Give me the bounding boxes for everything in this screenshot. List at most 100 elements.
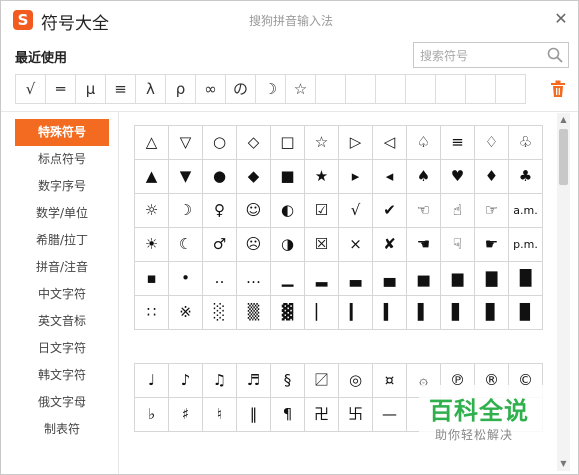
symbol-cell[interactable]: ☞	[475, 194, 509, 228]
recent-symbol-cell[interactable]: μ	[75, 74, 106, 104]
symbol-cell[interactable]: ♪	[169, 364, 203, 398]
symbol-cell[interactable]: ▇	[475, 262, 509, 296]
symbol-cell[interactable]: ▂	[305, 262, 339, 296]
recent-symbol-cell[interactable]	[375, 74, 406, 104]
symbol-cell[interactable]: ☀	[135, 228, 169, 262]
recent-symbol-cell[interactable]: √	[15, 74, 46, 104]
symbol-cell[interactable]: ◁	[373, 126, 407, 160]
sidebar-category-item[interactable]: 数学/单位	[15, 200, 109, 227]
sidebar-category-item[interactable]: 日文字符	[15, 335, 109, 362]
symbol-cell[interactable]: p.m.	[509, 228, 543, 262]
symbol-cell[interactable]: ☒	[305, 228, 339, 262]
sidebar-category-item[interactable]: 特殊符号	[15, 119, 109, 146]
symbol-cell[interactable]: ✘	[373, 228, 407, 262]
symbol-cell[interactable]: ▏	[305, 296, 339, 330]
recent-symbol-cell[interactable]: ρ	[165, 74, 196, 104]
symbol-cell[interactable]: ♫	[203, 364, 237, 398]
symbol-cell[interactable]: ▸	[339, 160, 373, 194]
symbol-cell[interactable]: ♦	[475, 160, 509, 194]
symbol-cell[interactable]: ∷	[135, 296, 169, 330]
recent-symbol-cell[interactable]: ═	[45, 74, 76, 104]
recent-symbol-cell[interactable]: λ	[135, 74, 166, 104]
sidebar-category-item[interactable]: 数字序号	[15, 173, 109, 200]
symbol-cell[interactable]: ♬	[237, 364, 271, 398]
symbol-cell[interactable]: ■	[271, 160, 305, 194]
symbol-cell[interactable]: ☆	[305, 126, 339, 160]
symbol-cell[interactable]: ♤	[407, 126, 441, 160]
symbol-cell[interactable]: ○	[203, 126, 237, 160]
symbol-cell[interactable]: ▷	[339, 126, 373, 160]
recent-symbol-cell[interactable]	[345, 74, 376, 104]
symbol-cell[interactable]: ●	[203, 160, 237, 194]
sidebar-category-item[interactable]: 中文字符	[15, 281, 109, 308]
symbol-cell[interactable]: ☑	[305, 194, 339, 228]
symbol-cell[interactable]: ▄	[373, 262, 407, 296]
symbol-cell[interactable]: ☟	[441, 228, 475, 262]
symbol-cell[interactable]: ☾	[169, 228, 203, 262]
symbol-cell[interactable]: ▃	[339, 262, 373, 296]
symbol-cell[interactable]: ☜	[407, 194, 441, 228]
symbol-cell[interactable]: …	[237, 262, 271, 296]
recent-symbol-cell[interactable]: ☆	[285, 74, 316, 104]
scroll-up-arrow-icon[interactable]: ▲	[557, 115, 570, 125]
symbol-cell[interactable]: ▌	[407, 296, 441, 330]
symbol-cell[interactable]: ☹	[237, 228, 271, 262]
symbol-cell[interactable]: ◑	[271, 228, 305, 262]
symbol-cell[interactable]: —	[373, 398, 407, 432]
symbol-cell[interactable]: ▪	[135, 262, 169, 296]
search-input[interactable]: 搜索符号	[413, 42, 569, 68]
symbol-cell[interactable]: ♥	[441, 160, 475, 194]
symbol-cell[interactable]: △	[135, 126, 169, 160]
symbol-cell[interactable]: 〼	[305, 364, 339, 398]
symbol-cell[interactable]: ▉	[509, 296, 543, 330]
symbol-cell[interactable]: █	[509, 262, 543, 296]
symbol-cell[interactable]: ♮	[203, 398, 237, 432]
symbol-cell[interactable]: ★	[305, 160, 339, 194]
symbol-cell[interactable]: ◇	[237, 126, 271, 160]
symbol-cell[interactable]: ▎	[339, 296, 373, 330]
symbol-cell[interactable]: ◐	[271, 194, 305, 228]
recent-symbol-cell[interactable]: ∞	[195, 74, 226, 104]
scroll-down-arrow-icon[interactable]: ▼	[557, 459, 570, 469]
sidebar-category-item[interactable]: 标点符号	[15, 146, 109, 173]
symbol-cell[interactable]: ※	[169, 296, 203, 330]
symbol-cell[interactable]: ◆	[237, 160, 271, 194]
symbol-cell[interactable]: ▋	[441, 296, 475, 330]
symbol-cell[interactable]: ♠	[407, 160, 441, 194]
symbol-cell[interactable]: ░	[203, 296, 237, 330]
recent-symbol-cell[interactable]: ☽	[255, 74, 286, 104]
symbol-cell[interactable]: ¶	[271, 398, 305, 432]
symbol-cell[interactable]: ◂	[373, 160, 407, 194]
symbol-cell[interactable]: ▁	[271, 262, 305, 296]
symbol-cell[interactable]: 卐	[339, 398, 373, 432]
symbol-cell[interactable]: ☝	[441, 194, 475, 228]
trash-icon[interactable]	[550, 80, 566, 98]
symbol-cell[interactable]: ▅	[407, 262, 441, 296]
symbol-cell[interactable]: ♂	[203, 228, 237, 262]
symbol-cell[interactable]: ▍	[373, 296, 407, 330]
symbol-cell[interactable]: ☺	[237, 194, 271, 228]
sidebar-category-item[interactable]: 拼音/注音	[15, 254, 109, 281]
symbol-cell[interactable]: ‥	[203, 262, 237, 296]
sidebar-category-item[interactable]: 英文音标	[15, 308, 109, 335]
symbol-cell[interactable]: ♩	[135, 364, 169, 398]
sidebar-category-item[interactable]: 韩文字符	[15, 362, 109, 389]
symbol-cell[interactable]: ♀	[203, 194, 237, 228]
symbol-cell[interactable]: ◎	[339, 364, 373, 398]
symbol-cell[interactable]: ☽	[169, 194, 203, 228]
symbol-cell[interactable]: √	[339, 194, 373, 228]
symbol-cell[interactable]: ▼	[169, 160, 203, 194]
symbol-cell[interactable]: ¤	[373, 364, 407, 398]
title-bar[interactable]: S 符号大全 搜狗拼音输入法 ✕	[1, 1, 578, 39]
symbol-cell[interactable]: ♯	[169, 398, 203, 432]
symbol-cell[interactable]: ×	[339, 228, 373, 262]
symbol-cell[interactable]: ▆	[441, 262, 475, 296]
recent-symbol-cell[interactable]	[315, 74, 346, 104]
symbol-cell[interactable]: □	[271, 126, 305, 160]
symbol-cell[interactable]: ≡	[441, 126, 475, 160]
symbol-cell[interactable]: ▲	[135, 160, 169, 194]
sidebar-category-item[interactable]: 俄文字母	[15, 389, 109, 416]
recent-symbol-cell[interactable]: ≡	[105, 74, 136, 104]
symbol-cell[interactable]: ☛	[475, 228, 509, 262]
symbol-cell[interactable]: ▽	[169, 126, 203, 160]
